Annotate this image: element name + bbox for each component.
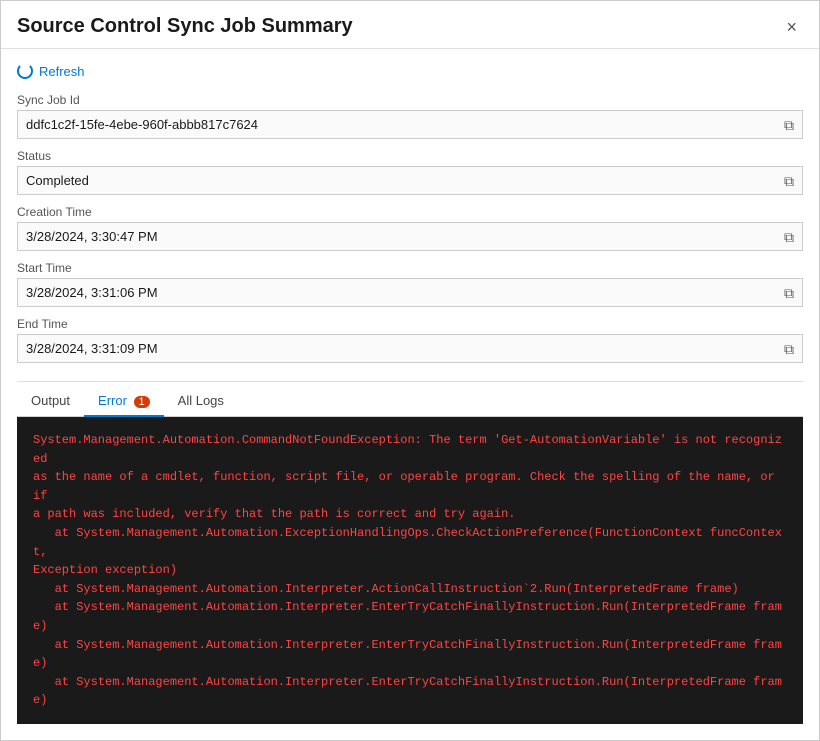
refresh-label: Refresh <box>39 64 85 79</box>
close-button[interactable]: × <box>780 16 803 38</box>
creation-time-copy-button[interactable]: ⧉ <box>776 226 802 248</box>
status-copy-button[interactable]: ⧉ <box>776 170 802 192</box>
status-field: Status Completed ⧉ <box>17 149 803 195</box>
dialog-title: Source Control Sync Job Summary <box>17 15 353 38</box>
end-time-label: End Time <box>17 317 803 331</box>
sync-job-id-row: ddfc1c2f-15fe-4ebe-960f-abbb817c7624 ⧉ <box>17 110 803 139</box>
end-time-copy-button[interactable]: ⧉ <box>776 338 802 360</box>
tab-output[interactable]: Output <box>17 386 84 417</box>
dialog-header: Source Control Sync Job Summary × <box>1 1 819 49</box>
status-label: Status <box>17 149 803 163</box>
start-time-value: 3/28/2024, 3:31:06 PM <box>18 279 776 306</box>
start-time-copy-button[interactable]: ⧉ <box>776 282 802 304</box>
log-text: System.Management.Automation.CommandNotF… <box>33 431 787 710</box>
start-time-row: 3/28/2024, 3:31:06 PM ⧉ <box>17 278 803 307</box>
status-value: Completed <box>18 167 776 194</box>
status-row: Completed ⧉ <box>17 166 803 195</box>
creation-time-row: 3/28/2024, 3:30:47 PM ⧉ <box>17 222 803 251</box>
log-output-area: System.Management.Automation.CommandNotF… <box>17 417 803 724</box>
creation-time-field: Creation Time 3/28/2024, 3:30:47 PM ⧉ <box>17 205 803 251</box>
sync-job-id-copy-button[interactable]: ⧉ <box>776 114 802 136</box>
sync-job-id-value: ddfc1c2f-15fe-4ebe-960f-abbb817c7624 <box>18 111 776 138</box>
sync-job-id-label: Sync Job Id <box>17 93 803 107</box>
end-time-field: End Time 3/28/2024, 3:31:09 PM ⧉ <box>17 317 803 363</box>
tab-all-logs[interactable]: All Logs <box>164 386 238 417</box>
refresh-icon <box>17 63 33 79</box>
error-badge: 1 <box>134 396 150 408</box>
creation-time-value: 3/28/2024, 3:30:47 PM <box>18 223 776 250</box>
sync-job-id-field: Sync Job Id ddfc1c2f-15fe-4ebe-960f-abbb… <box>17 93 803 139</box>
source-control-sync-dialog: Source Control Sync Job Summary × Refres… <box>0 0 820 741</box>
start-time-label: Start Time <box>17 261 803 275</box>
tabs-bar: Output Error 1 All Logs <box>17 386 803 417</box>
start-time-field: Start Time 3/28/2024, 3:31:06 PM ⧉ <box>17 261 803 307</box>
refresh-button[interactable]: Refresh <box>17 59 803 83</box>
divider <box>17 381 803 382</box>
creation-time-label: Creation Time <box>17 205 803 219</box>
end-time-value: 3/28/2024, 3:31:09 PM <box>18 335 776 362</box>
tab-error[interactable]: Error 1 <box>84 386 164 417</box>
end-time-row: 3/28/2024, 3:31:09 PM ⧉ <box>17 334 803 363</box>
dialog-body: Refresh Sync Job Id ddfc1c2f-15fe-4ebe-9… <box>1 49 819 740</box>
